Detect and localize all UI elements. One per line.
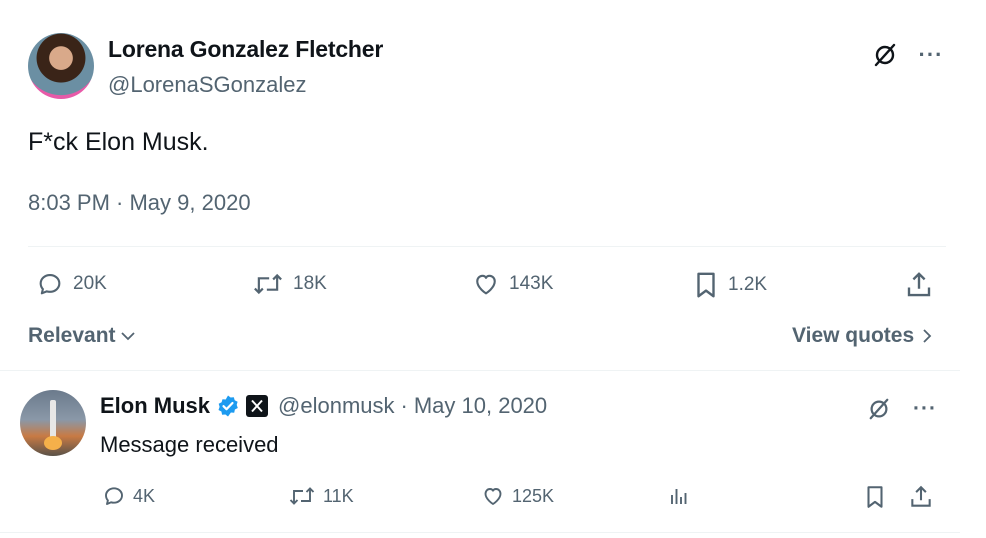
view-quotes-link[interactable]: View quotes	[792, 324, 934, 348]
repost-count: 18K	[293, 273, 327, 294]
bookmark-button[interactable]	[864, 484, 886, 510]
views-icon	[671, 489, 687, 504]
repost-count: 11K	[323, 485, 354, 506]
bookmark-count: 1.2K	[728, 274, 768, 295]
author-name[interactable]: Lorena Gonzalez Fletcher	[108, 36, 383, 63]
share-button[interactable]	[904, 270, 934, 300]
chevron-right-icon	[923, 329, 932, 343]
repost-button[interactable]: 11K	[288, 484, 354, 508]
divider	[28, 246, 946, 247]
share-icon	[911, 485, 931, 507]
repost-icon	[254, 273, 282, 295]
reply-header: Elon Musk @elonmusk · May 10, 2020	[100, 393, 547, 419]
share-button[interactable]	[908, 484, 934, 510]
repost-icon	[289, 487, 315, 505]
reply-count: 4K	[133, 485, 156, 506]
bookmark-icon	[697, 272, 715, 298]
sort-replies-dropdown[interactable]: Relevant	[28, 324, 136, 348]
divider	[0, 370, 960, 371]
author-handle[interactable]: @LorenaSGonzalez	[108, 72, 306, 98]
view-quotes-label: View quotes	[792, 324, 915, 347]
reply-date[interactable]: May 10, 2020	[414, 393, 547, 419]
x-logo-icon	[246, 395, 269, 417]
reply-avatar[interactable]	[20, 390, 86, 456]
reply-button[interactable]: 20K	[36, 270, 107, 298]
tweet-detail-page: Lorena Gonzalez Fletcher @LorenaSGonzale…	[0, 0, 986, 538]
bookmark-button[interactable]: 1.2K	[693, 270, 767, 300]
sort-label: Relevant	[28, 324, 116, 347]
reply-icon	[39, 273, 61, 295]
reply-author-name[interactable]: Elon Musk	[100, 393, 210, 419]
reply-button[interactable]: 4K	[102, 484, 155, 508]
like-count: 143K	[509, 273, 554, 294]
tweet-text: F*ck Elon Musk.	[28, 128, 209, 156]
like-count: 125K	[512, 485, 555, 506]
like-button[interactable]: 125K	[481, 484, 554, 508]
flame-graphic	[44, 436, 62, 450]
reply-icon	[105, 487, 123, 505]
like-button[interactable]: 143K	[472, 270, 553, 298]
tweet-timestamp[interactable]: 8:03 PM · May 9, 2020	[28, 190, 251, 216]
verified-badge-icon	[218, 395, 238, 417]
bookmark-icon	[867, 486, 883, 508]
repost-button[interactable]: 18K	[252, 270, 327, 298]
like-icon	[484, 488, 502, 505]
reply-text: Message received	[100, 432, 279, 457]
reply-handle[interactable]: @elonmusk	[278, 393, 395, 419]
grok-icon[interactable]	[868, 38, 902, 72]
rocket-graphic	[50, 400, 56, 440]
divider	[0, 532, 960, 533]
views-button[interactable]	[666, 484, 692, 508]
chevron-down-icon	[120, 332, 135, 341]
like-icon	[476, 274, 496, 295]
avatar[interactable]	[28, 33, 94, 99]
more-icon[interactable]: ···	[914, 38, 948, 72]
share-icon	[907, 272, 931, 297]
more-icon[interactable]: ···	[908, 393, 942, 425]
reply-count: 20K	[73, 273, 107, 294]
meta-separator: ·	[400, 393, 408, 418]
grok-icon[interactable]	[862, 393, 896, 425]
